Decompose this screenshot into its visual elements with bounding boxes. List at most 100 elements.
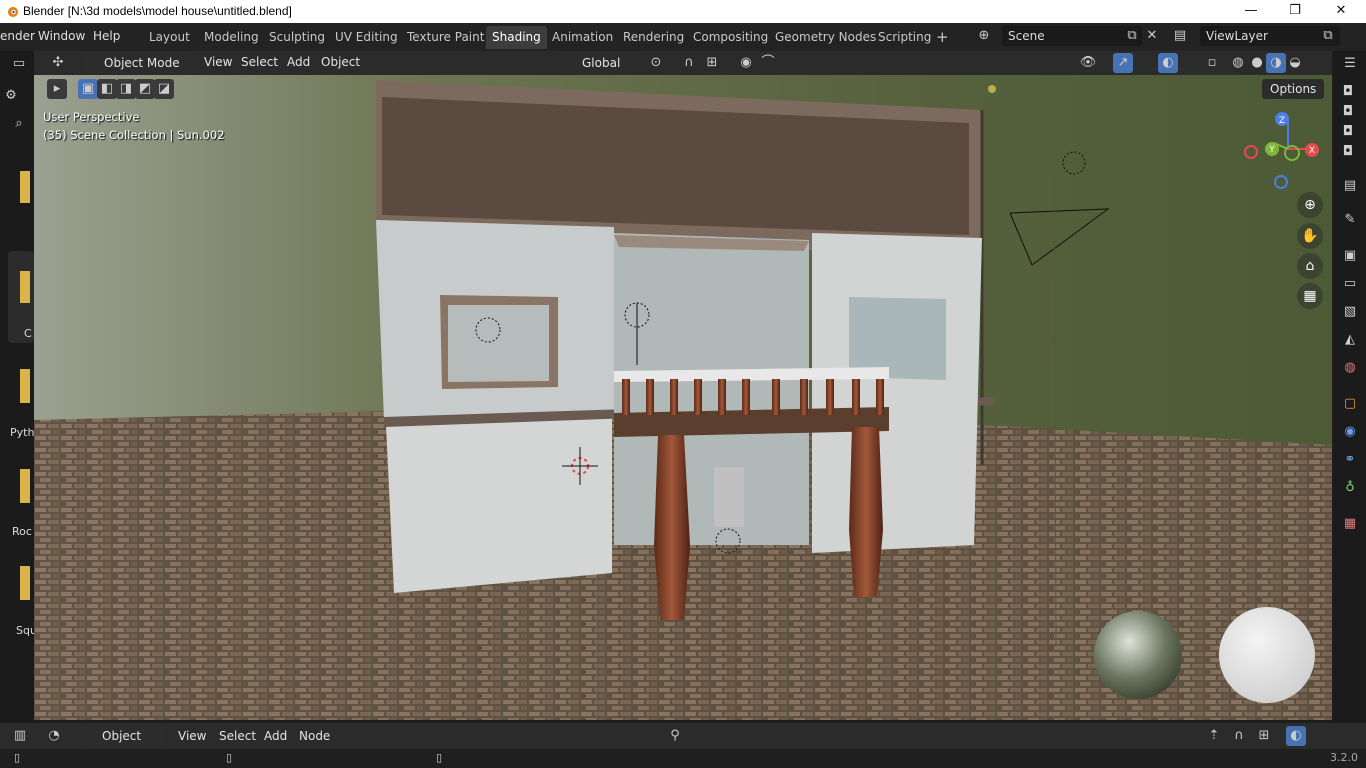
- snap-icon[interactable]: ∩: [1229, 726, 1249, 746]
- shader-type-icon[interactable]: ◔: [44, 726, 64, 746]
- add-workspace-button[interactable]: +: [930, 26, 955, 49]
- menu-help[interactable]: Help: [93, 29, 120, 43]
- menu-file[interactable]: ender: [0, 29, 35, 43]
- camera-view-icon[interactable]: ⌂: [1297, 253, 1323, 279]
- tab-layout[interactable]: Layout: [143, 26, 196, 49]
- transform-orientation-dropdown[interactable]: Global: [560, 53, 636, 73]
- asset-thumbnail[interactable]: [20, 566, 30, 600]
- properties-tab-strip: ☰ ◘ ◘ ◘ ◘ ▤ ✎ ▣ ▭ ▧ ◭ ◍ ▢ ◉ ⚭ ♁ ▦: [1334, 51, 1366, 723]
- tab-compositing[interactable]: Compositing: [687, 26, 774, 49]
- minimize-button[interactable]: —: [1228, 0, 1274, 23]
- pivot-point-icon[interactable]: ⊙: [646, 53, 666, 73]
- 3d-viewport[interactable]: ▸ ▣ ◧ ◨ ◩ ◪ User Perspective (35) Scene …: [34, 75, 1332, 720]
- options-dropdown[interactable]: Options: [1262, 79, 1324, 99]
- gizmo-toggle-icon[interactable]: ↗: [1113, 53, 1133, 73]
- menu-object[interactable]: Object: [321, 55, 360, 69]
- object-data-icon[interactable]: ♁: [1341, 479, 1359, 497]
- asset-thumbnail[interactable]: [20, 171, 30, 203]
- close-button[interactable]: ✕: [1318, 0, 1364, 23]
- select-box-intersect-icon[interactable]: ◪: [154, 79, 174, 99]
- new-scene-icon[interactable]: ⧉: [1122, 26, 1142, 46]
- menu-window[interactable]: Window: [38, 29, 85, 43]
- constraints-icon[interactable]: ⚭: [1341, 451, 1359, 469]
- mouse-middle-icon: ▯: [225, 751, 233, 764]
- visibility-icon[interactable]: 👁: [1078, 53, 1098, 73]
- shader-object-dropdown[interactable]: Object: [80, 726, 166, 746]
- properties-editor-icon[interactable]: ▤: [1341, 177, 1359, 195]
- settings-icon[interactable]: ⚙: [2, 87, 20, 105]
- maximize-button[interactable]: ❐: [1272, 0, 1318, 23]
- perspective-toggle-icon[interactable]: ▦: [1297, 283, 1323, 309]
- rendered-shading-icon[interactable]: ◒: [1285, 53, 1305, 73]
- overlay-toggle-icon[interactable]: ◐: [1158, 53, 1178, 73]
- asset-thumbnail[interactable]: [20, 369, 30, 403]
- world-properties-icon[interactable]: ◍: [1341, 359, 1359, 377]
- scene-field[interactable]: Scene: [1002, 26, 1142, 46]
- texture-properties-icon[interactable]: ▦: [1341, 515, 1359, 533]
- status-bar: ▯ ▯ ▯ 3.2.0: [0, 749, 1366, 768]
- delete-scene-icon[interactable]: ✕: [1142, 26, 1162, 46]
- material-shading-icon[interactable]: ◑: [1266, 53, 1286, 73]
- outliner-icon[interactable]: ☰: [1341, 55, 1359, 73]
- xray-icon[interactable]: ▫: [1202, 53, 1222, 73]
- left-tool-strip: ▭ ⚙ ⌕ C Pyth Roc Squ: [0, 51, 37, 723]
- menu-select[interactable]: Select: [241, 55, 278, 69]
- menu-view[interactable]: View: [204, 55, 232, 69]
- asset-thumbnail[interactable]: [20, 469, 30, 503]
- mode-dropdown[interactable]: Object Mode: [82, 53, 188, 73]
- camera-visibility-icon[interactable]: ◘: [1339, 83, 1357, 101]
- camera-visibility-icon[interactable]: ◘: [1339, 143, 1357, 161]
- pin-icon[interactable]: ⚲: [665, 726, 685, 746]
- menu-view[interactable]: View: [178, 729, 206, 743]
- tab-rendering[interactable]: Rendering: [617, 26, 690, 49]
- camera-visibility-icon[interactable]: ◘: [1339, 123, 1357, 141]
- tab-shading[interactable]: Shading: [486, 26, 547, 49]
- tab-geometry-nodes[interactable]: Geometry Nodes: [769, 26, 882, 49]
- snap-target-icon[interactable]: ⊞: [702, 53, 722, 73]
- hdri-diffuse-sphere: [1219, 607, 1315, 703]
- menu-add[interactable]: Add: [264, 729, 287, 743]
- tab-texture-paint[interactable]: Texture Paint: [401, 26, 490, 49]
- camera-visibility-icon[interactable]: ◘: [1339, 103, 1357, 121]
- menu-select[interactable]: Select: [219, 729, 256, 743]
- viewport-render: [34, 75, 1332, 720]
- view-layer-properties-icon[interactable]: ▧: [1341, 303, 1359, 321]
- select-box-subtract-icon[interactable]: ◨: [116, 79, 136, 99]
- parent-node-tree-icon[interactable]: ⇡: [1204, 726, 1224, 746]
- snap-icon[interactable]: ∩: [679, 53, 699, 73]
- editor-type-icon[interactable]: ▥: [10, 726, 30, 746]
- tool-properties-icon[interactable]: ✎: [1341, 211, 1359, 229]
- tab-modeling[interactable]: Modeling: [198, 26, 265, 49]
- object-properties-icon[interactable]: ▢: [1341, 395, 1359, 413]
- tab-uv-editing[interactable]: UV Editing: [329, 26, 404, 49]
- navigation-gizmo[interactable]: Z X Y: [1244, 109, 1332, 189]
- view-layer-selector-icon[interactable]: ▤: [1170, 26, 1190, 46]
- physics-properties-icon[interactable]: ◉: [1341, 423, 1359, 441]
- pan-hand-icon[interactable]: ✋: [1297, 223, 1323, 249]
- overlay-toggle-icon[interactable]: ◐: [1286, 726, 1306, 746]
- select-box-extend-icon[interactable]: ◧: [97, 79, 117, 99]
- scene-selector-icon[interactable]: ⊕: [974, 26, 994, 46]
- search-icon[interactable]: ⌕: [10, 115, 28, 133]
- select-box-invert-icon[interactable]: ◩: [135, 79, 155, 99]
- output-properties-icon[interactable]: ▭: [1341, 275, 1359, 293]
- tab-scripting[interactable]: Scripting: [872, 26, 937, 49]
- render-properties-icon[interactable]: ▣: [1341, 247, 1359, 265]
- snap-element-icon[interactable]: ⊞: [1254, 726, 1274, 746]
- editor-type-icon[interactable]: ✣: [48, 53, 68, 73]
- file-browser-icon[interactable]: ▭: [10, 55, 28, 73]
- falloff-icon[interactable]: ⌒: [758, 53, 778, 73]
- asset-label: Pyth: [10, 426, 35, 439]
- proportional-edit-icon[interactable]: ◉: [736, 53, 756, 73]
- tab-animation[interactable]: Animation: [546, 26, 619, 49]
- tab-sculpting[interactable]: Sculpting: [263, 26, 331, 49]
- select-box-new-icon[interactable]: ▣: [78, 79, 98, 99]
- menu-add[interactable]: Add: [287, 55, 310, 69]
- select-tool-icon[interactable]: ▸: [47, 79, 67, 99]
- new-view-layer-icon[interactable]: ⧉: [1318, 26, 1338, 46]
- zoom-icon[interactable]: ⊕: [1297, 192, 1323, 218]
- wireframe-shading-icon[interactable]: ◍: [1228, 53, 1248, 73]
- scene-properties-icon[interactable]: ◭: [1341, 331, 1359, 349]
- menu-node[interactable]: Node: [299, 729, 330, 743]
- solid-shading-icon[interactable]: ●: [1247, 53, 1267, 73]
